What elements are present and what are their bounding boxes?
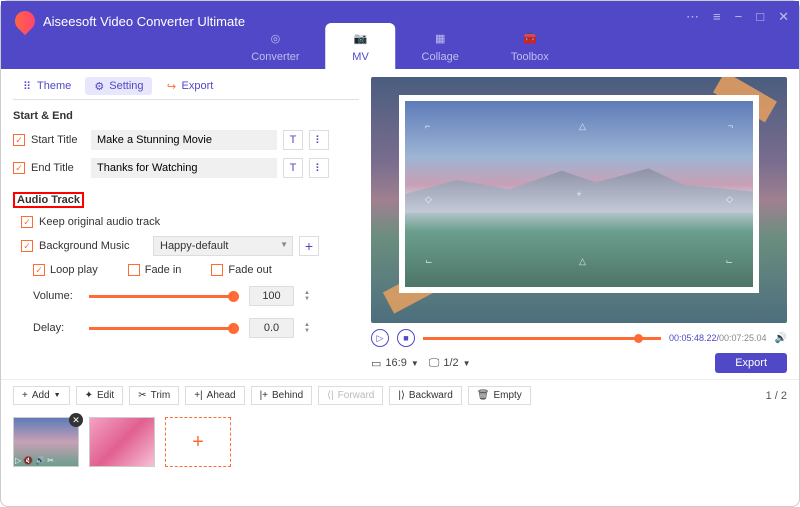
loop-checkbox[interactable] xyxy=(33,264,45,276)
setting-icon: ⚙ xyxy=(93,80,105,92)
progress-bar[interactable] xyxy=(423,337,661,340)
theme-icon: ⠿ xyxy=(21,80,33,92)
section-audio-track: Audio Track xyxy=(13,192,84,208)
monitor-icon: 🖵 xyxy=(429,357,440,370)
add-music-button[interactable]: + xyxy=(299,236,319,256)
video-preview[interactable]: ⌐¬ ⌙⌙ + △△ ◇◇ xyxy=(371,77,787,323)
maximize-icon[interactable]: □ xyxy=(756,9,764,25)
backward-button[interactable]: |⟩Backward xyxy=(389,386,461,405)
keep-original-label: Keep original audio track xyxy=(39,216,160,228)
trim-button[interactable]: ✂Trim xyxy=(129,386,179,405)
delay-value[interactable]: 0.0 xyxy=(249,318,294,338)
app-logo: Aiseesoft Video Converter Ultimate xyxy=(15,11,245,31)
clip-thumbnail[interactable]: ✕ ▷🔇🔊✂ xyxy=(13,417,79,467)
delete-clip-icon[interactable]: ✕ xyxy=(69,413,83,427)
delay-down[interactable]: ▼ xyxy=(304,329,310,334)
end-title-label: End Title xyxy=(31,162,85,174)
end-title-text-icon[interactable]: T xyxy=(283,158,303,178)
export-button[interactable]: Export xyxy=(715,353,787,373)
add-clip-button[interactable]: + xyxy=(165,417,231,467)
nav-converter[interactable]: ◎ Converter xyxy=(225,23,325,69)
logo-icon xyxy=(11,7,39,35)
tab-theme[interactable]: ⠿ Theme xyxy=(13,77,79,95)
toolbox-icon: 🧰 xyxy=(521,29,539,47)
play-button[interactable]: ▷ xyxy=(371,329,389,347)
aspect-ratio-select[interactable]: ▭ 16:9 ▼ xyxy=(371,357,419,370)
ahead-button[interactable]: +|Ahead xyxy=(185,386,244,405)
start-title-input[interactable] xyxy=(91,130,277,150)
volume-down[interactable]: ▼ xyxy=(304,297,310,302)
empty-button[interactable]: 🗑Empty xyxy=(468,386,531,405)
mv-icon: 📷 xyxy=(352,29,370,47)
end-title-more-icon[interactable]: ⠇ xyxy=(309,158,329,178)
forward-button[interactable]: ⟨|Forward xyxy=(318,386,383,405)
page-select[interactable]: 🖵 1/2 ▼ xyxy=(429,357,471,370)
delay-slider[interactable] xyxy=(89,327,239,330)
start-title-checkbox[interactable] xyxy=(13,134,25,146)
volume-icon[interactable]: 🔊 xyxy=(775,333,787,344)
end-title-checkbox[interactable] xyxy=(13,162,25,174)
section-start-end: Start & End xyxy=(13,110,359,122)
aspect-icon: ▭ xyxy=(371,357,381,370)
clip-thumbnail[interactable] xyxy=(89,417,155,467)
app-title: Aiseesoft Video Converter Ultimate xyxy=(43,14,245,29)
close-icon[interactable]: ✕ xyxy=(778,9,789,25)
bg-music-checkbox[interactable] xyxy=(21,240,33,252)
volume-value[interactable]: 100 xyxy=(249,286,294,306)
start-title-text-icon[interactable]: T xyxy=(283,130,303,150)
minimize-icon[interactable]: − xyxy=(735,9,743,25)
bg-music-select[interactable]: Happy-default xyxy=(153,236,293,256)
scissors-icon: ✂ xyxy=(138,390,146,401)
nav-mv[interactable]: 📷 MV xyxy=(326,23,396,69)
add-button[interactable]: +Add▼ xyxy=(13,386,70,405)
collage-icon: ▦ xyxy=(431,29,449,47)
export-icon: ↪ xyxy=(166,80,178,92)
feedback-icon[interactable]: ⋯ xyxy=(686,9,699,25)
stop-button[interactable]: ■ xyxy=(397,329,415,347)
photo-frame: ⌐¬ ⌙⌙ + △△ ◇◇ xyxy=(399,95,759,293)
start-title-more-icon[interactable]: ⠇ xyxy=(309,130,329,150)
nav-toolbox[interactable]: 🧰 Toolbox xyxy=(485,23,575,69)
pager: 1 / 2 xyxy=(766,390,787,402)
menu-icon[interactable]: ≡ xyxy=(713,9,721,25)
delay-up[interactable]: ▲ xyxy=(304,323,310,328)
trash-icon: 🗑 xyxy=(477,390,490,401)
volume-slider[interactable] xyxy=(89,295,239,298)
tab-export[interactable]: ↪ Export xyxy=(158,77,222,95)
behind-button[interactable]: |+Behind xyxy=(251,386,313,405)
volume-up[interactable]: ▲ xyxy=(304,291,310,296)
edit-icon: ✦ xyxy=(85,390,93,401)
nav-collage[interactable]: ▦ Collage xyxy=(396,23,485,69)
delay-label: Delay: xyxy=(33,322,79,334)
fade-in-checkbox[interactable] xyxy=(128,264,140,276)
start-title-label: Start Title xyxy=(31,134,85,146)
volume-label: Volume: xyxy=(33,290,79,302)
time-display: 00:05:48.22/00:07:25.04 xyxy=(669,333,767,343)
bg-music-label: Background Music xyxy=(39,240,147,252)
converter-icon: ◎ xyxy=(266,29,284,47)
tab-setting[interactable]: ⚙ Setting xyxy=(85,77,151,95)
keep-original-checkbox[interactable] xyxy=(21,216,33,228)
end-title-input[interactable] xyxy=(91,158,277,178)
fade-out-checkbox[interactable] xyxy=(211,264,223,276)
edit-button[interactable]: ✦Edit xyxy=(76,386,124,405)
